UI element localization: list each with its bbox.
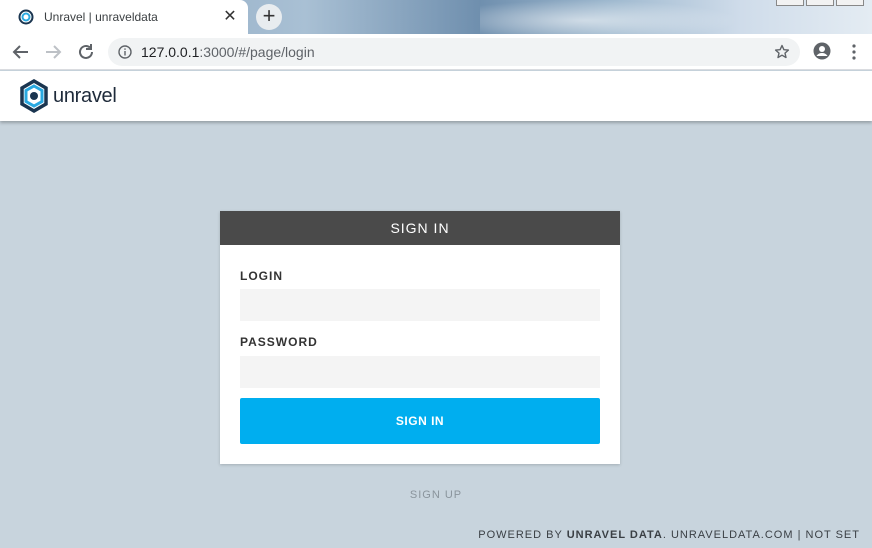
- footer-site-link[interactable]: UNRAVELDATA.COM: [671, 529, 794, 541]
- forward-arrow-icon[interactable]: [42, 41, 64, 63]
- browser-tab[interactable]: Unravel | unraveldata ✕: [0, 0, 248, 34]
- sign-in-button[interactable]: SIGN IN: [240, 398, 600, 444]
- window-control-decoration: [836, 0, 864, 6]
- login-card: SIGN IN LOGIN PASSWORD SIGN IN: [220, 211, 620, 464]
- footer-separator: .: [662, 529, 671, 541]
- menu-kebab-icon[interactable]: [848, 42, 860, 62]
- address-bar[interactable]: 127.0.0.1:3000/#/page/login: [108, 38, 800, 66]
- password-label: PASSWORD: [240, 335, 318, 349]
- url-text: 127.0.0.1:3000/#/page/login: [141, 44, 315, 60]
- url-host: 127.0.0.1: [141, 44, 200, 60]
- close-icon[interactable]: ✕: [222, 9, 238, 25]
- card-title: SIGN IN: [220, 211, 620, 245]
- footer-brand: UNRAVEL DATA: [566, 529, 663, 541]
- logo-text: unravel: [53, 84, 117, 107]
- footer-version: NOT SET: [805, 529, 860, 541]
- footer-separator: |: [793, 529, 806, 541]
- back-arrow-icon[interactable]: [10, 41, 32, 63]
- unravel-favicon-icon: [18, 9, 34, 25]
- info-icon[interactable]: [118, 45, 132, 59]
- window-control-decoration: [776, 0, 804, 6]
- window-control-decoration: [806, 0, 834, 6]
- tab-title: Unravel | unraveldata: [44, 10, 158, 24]
- browser-toolbar: 127.0.0.1:3000/#/page/login: [0, 34, 872, 70]
- footer-powered-by: POWERED BY: [478, 529, 567, 541]
- login-input[interactable]: [240, 289, 600, 321]
- login-label: LOGIN: [240, 269, 283, 283]
- url-path: :3000/#/page/login: [199, 44, 315, 60]
- unravel-logo-icon: [20, 79, 48, 113]
- password-input[interactable]: [240, 356, 600, 388]
- unravel-logo[interactable]: unravel: [18, 79, 117, 113]
- background-decoration: [480, 0, 740, 34]
- bookmark-star-icon[interactable]: [774, 44, 790, 60]
- new-tab-button[interactable]: +: [256, 4, 282, 30]
- sign-up-link[interactable]: SIGN UP: [0, 489, 872, 501]
- app-header: unravel: [0, 71, 872, 121]
- reload-icon[interactable]: [75, 41, 97, 63]
- browser-tab-strip: Unravel | unraveldata ✕ +: [0, 0, 872, 34]
- account-icon[interactable]: [813, 42, 831, 60]
- footer: POWERED BY UNRAVEL DATA. UNRAVELDATA.COM…: [478, 529, 860, 541]
